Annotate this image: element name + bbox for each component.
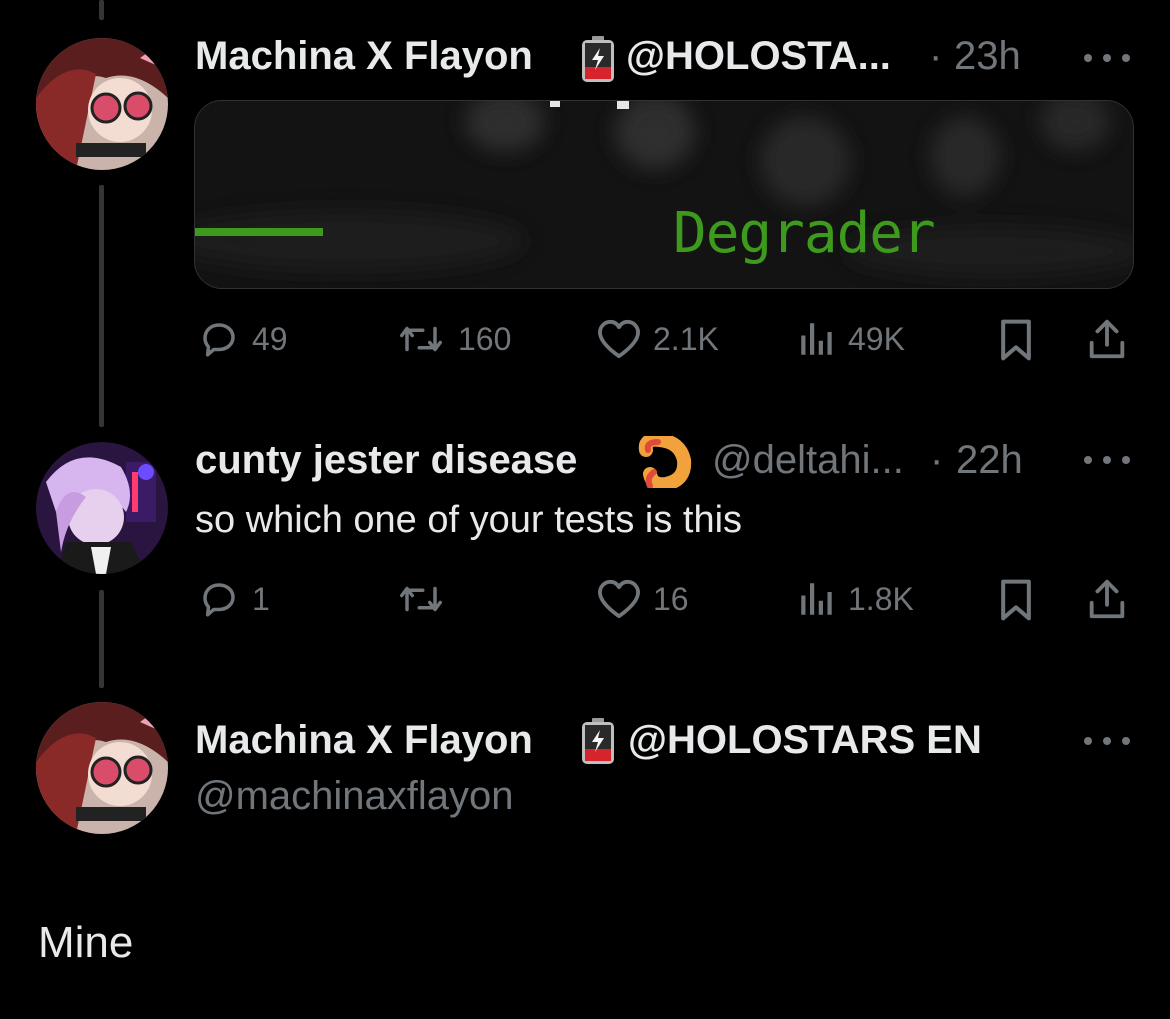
- reply-count: 49: [252, 320, 288, 357]
- repost-icon: [400, 326, 442, 352]
- bookmark-icon: [1001, 319, 1031, 361]
- avatar[interactable]: [36, 38, 168, 170]
- views-button[interactable]: 1.8K: [796, 578, 914, 620]
- like-button[interactable]: 2.1K: [595, 318, 719, 360]
- like-button[interactable]: 16: [595, 578, 689, 620]
- share-button[interactable]: [1084, 576, 1130, 622]
- bookmark-button[interactable]: [996, 578, 1036, 622]
- separator: ·: [929, 34, 943, 78]
- display-name[interactable]: Machina X Flayon: [195, 718, 533, 763]
- share-button[interactable]: [1084, 316, 1130, 362]
- affiliation-handle[interactable]: @HOLOSTARS EN: [628, 718, 982, 763]
- views-count: 1.8K: [848, 580, 914, 617]
- timestamp[interactable]: 22h: [956, 438, 1023, 483]
- media-caption: Degrader: [673, 201, 936, 266]
- reply-button[interactable]: 1: [196, 578, 270, 620]
- timestamp[interactable]: 23h: [954, 34, 1021, 79]
- like-count: 16: [653, 580, 689, 617]
- reply-icon: [203, 583, 235, 617]
- like-icon: [598, 579, 640, 619]
- battery-badge-icon: [578, 34, 618, 89]
- battery-badge-icon: [578, 716, 618, 771]
- separator: ·: [930, 438, 944, 482]
- display-name[interactable]: cunty jester disease: [195, 438, 577, 483]
- tweet-text: so which one of your tests is this: [195, 499, 743, 541]
- reply-icon: [203, 323, 235, 357]
- thread-line-top: [99, 0, 104, 20]
- like-icon: [598, 319, 640, 359]
- thread-line: [99, 590, 104, 688]
- views-icon: [801, 583, 832, 615]
- handle[interactable]: @deltahi...: [712, 438, 904, 483]
- views-button[interactable]: 49K: [796, 318, 905, 360]
- reply-count: 1: [252, 580, 270, 617]
- shrimp-emoji: [636, 432, 694, 493]
- avatar[interactable]: [36, 442, 168, 574]
- handle[interactable]: @machinaxflayon: [195, 774, 514, 819]
- bookmark-button[interactable]: [996, 318, 1036, 362]
- media-image[interactable]: Degrader: [194, 100, 1134, 289]
- affiliation-handle[interactable]: @HOLOSTA...: [626, 34, 891, 79]
- share-icon: [1089, 579, 1125, 619]
- more-icon[interactable]: [1084, 48, 1130, 68]
- share-icon: [1089, 319, 1125, 359]
- repost-button[interactable]: [394, 578, 458, 620]
- reply-button[interactable]: 49: [196, 318, 288, 360]
- more-icon[interactable]: [1084, 731, 1130, 751]
- bookmark-icon: [1001, 579, 1031, 621]
- like-count: 2.1K: [653, 320, 719, 357]
- thread-line: [99, 185, 104, 427]
- tweet-text: Mine: [38, 918, 134, 967]
- more-icon[interactable]: [1084, 450, 1130, 470]
- repost-button[interactable]: 160: [394, 318, 511, 360]
- avatar[interactable]: [36, 702, 168, 834]
- views-icon: [801, 323, 832, 355]
- display-name[interactable]: Machina X Flayon: [195, 34, 533, 79]
- repost-icon: [400, 586, 442, 612]
- views-count: 49K: [848, 320, 905, 357]
- repost-count: 160: [458, 320, 512, 357]
